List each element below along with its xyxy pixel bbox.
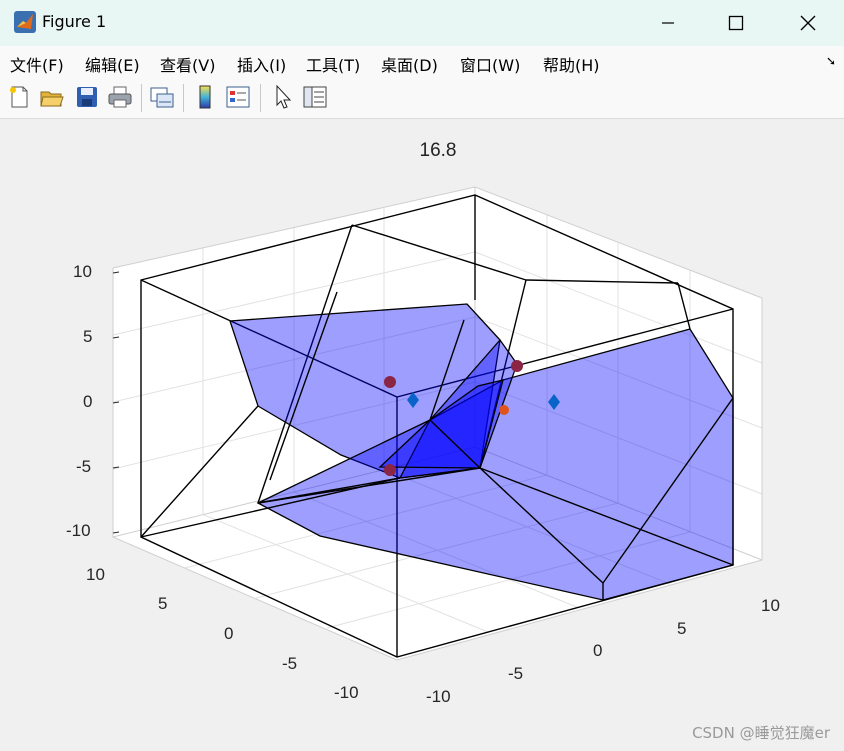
x-tick-label: -5	[508, 664, 524, 683]
axes-3d[interactable]	[0, 0, 844, 751]
z-tick-label: 0	[83, 392, 93, 411]
data-point	[384, 464, 396, 476]
x-tick-label: 0	[593, 641, 603, 660]
z-tick-label: -5	[76, 457, 92, 476]
y-tick-label: -5	[282, 654, 298, 673]
y-tick-label: 0	[224, 624, 234, 643]
plot-title: 16.8	[419, 140, 457, 161]
data-point	[499, 405, 509, 415]
watermark-text: CSDN @睡觉狂魔er	[692, 724, 830, 742]
data-point	[511, 360, 523, 372]
x-tick-label: -10	[426, 687, 451, 706]
z-tick-label: 10	[73, 262, 92, 281]
data-point	[384, 376, 396, 388]
y-tick-label: -10	[334, 683, 359, 702]
x-tick-label: 5	[677, 619, 687, 638]
y-tick-label: 5	[158, 594, 168, 613]
x-tick-label: 10	[761, 596, 780, 615]
z-tick-label: -10	[66, 521, 91, 540]
z-tick-label: 5	[83, 327, 93, 346]
y-tick-label: 10	[86, 565, 105, 584]
